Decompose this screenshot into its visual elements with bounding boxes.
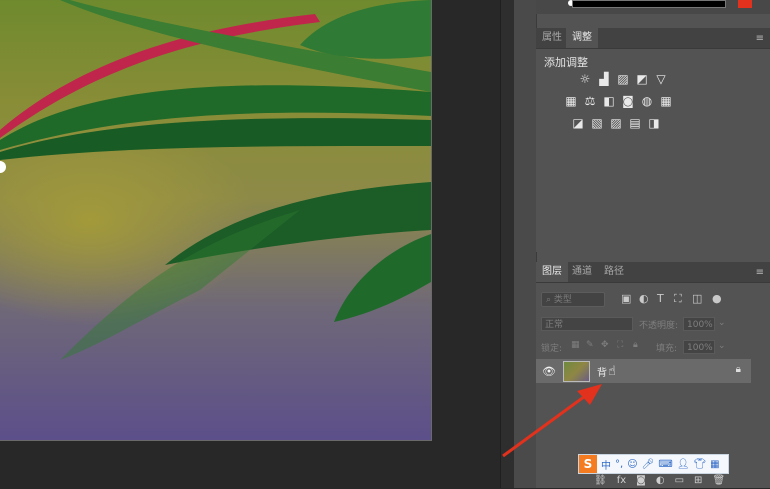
ime-toolbar[interactable]: S 中 °, ☺ 🎤︎ ⌨ 👤︎ 👕︎ ▦ — [578, 454, 729, 474]
add-mask-icon[interactable]: ◙ — [636, 475, 646, 489]
fill-value: 100% — [687, 343, 713, 353]
color-lookup-icon[interactable]: ▦ — [659, 95, 673, 108]
invert-icon[interactable]: ◪ — [571, 117, 585, 130]
new-layer-icon[interactable]: ⊞ — [694, 475, 702, 489]
selective-color-icon[interactable]: ◨ — [647, 117, 661, 130]
new-adjustment-layer-icon[interactable]: ◐ — [656, 475, 665, 489]
keyboard-icon[interactable]: ⌨ — [658, 459, 672, 470]
posterize-icon[interactable]: ▧ — [590, 117, 604, 130]
user-icon[interactable]: 👤︎ — [677, 459, 690, 470]
skin-icon[interactable]: 👕︎ — [693, 459, 706, 470]
color-swatch[interactable] — [738, 0, 752, 8]
adjustments-tabs: 属性 调整 ≡ — [536, 28, 770, 49]
brightness-contrast-icon[interactable]: ☼ — [578, 73, 592, 86]
layers-panel-menu-icon[interactable]: ≡ — [756, 267, 764, 278]
add-adjustment-title: 添加调整 — [544, 56, 588, 69]
lock-artboard-icon[interactable]: ⛶ — [617, 340, 623, 350]
tab-layers[interactable]: 图层 — [536, 262, 568, 282]
fill-input[interactable]: 100% — [683, 340, 715, 354]
adjustments-panel: 属性 调整 ≡ 添加调整 ☼ ▟ ▨ ◩ ▽ ▦ ⚖ ◧ ◙ ◍ ▦ ◪ ▧ ▨… — [536, 28, 770, 252]
gradient-bar[interactable] — [572, 0, 726, 8]
fill-label: 填充: — [656, 344, 678, 354]
layer-name[interactable]: 背 — [597, 364, 607, 379]
gradient-panel — [536, 0, 770, 14]
lock-position-icon[interactable]: ✥ — [601, 340, 609, 350]
blend-opacity-row: 正常 不透明度: 100% ⌄ — [541, 317, 765, 332]
type-filter-icon[interactable]: T — [657, 292, 664, 305]
layers-tabs: 图层 通道 路径 ≡ — [536, 262, 770, 283]
pixel-filter-icon[interactable]: ▣ — [621, 292, 631, 305]
smart-object-filter-icon[interactable]: ◫ — [692, 292, 702, 305]
sogou-logo-icon: S — [579, 455, 597, 473]
toolbox-icon[interactable]: ▦ — [710, 459, 719, 470]
blend-mode-select[interactable]: 正常 — [541, 317, 633, 331]
layers-bottom-toolbar: ⛓ fx ◙ ◐ ▭ ⊞ 🗑︎ — [594, 475, 770, 489]
lock-image-icon[interactable]: ✎ — [586, 340, 594, 350]
lock-fill-row: 锁定: ▦ ✎ ✥ ⛶ 🔒︎ 填充: 100% ⌄ — [541, 340, 765, 355]
color-balance-icon[interactable]: ⚖ — [583, 95, 597, 108]
opacity-input[interactable]: 100% — [683, 317, 715, 331]
photo-filter-icon[interactable]: ◙ — [621, 95, 635, 108]
punctuation-icon[interactable]: °, — [615, 459, 623, 470]
exposure-icon[interactable]: ◩ — [635, 73, 649, 86]
voice-icon[interactable]: 🎤︎ — [642, 459, 655, 470]
gradient-map-icon[interactable]: ▤ — [628, 117, 642, 130]
panel-menu-icon[interactable]: ≡ — [756, 33, 764, 44]
lock-all-icon[interactable]: 🔒︎ — [633, 340, 638, 350]
vibrance-icon[interactable]: ▽ — [654, 73, 668, 86]
adjustment-icons-row-1: ☼ ▟ ▨ ◩ ▽ — [578, 73, 668, 86]
filter-toggle-icon[interactable]: ● — [712, 292, 722, 305]
layer-thumbnail[interactable] — [563, 361, 590, 382]
tab-adjustments[interactable]: 调整 — [566, 28, 598, 48]
ime-language[interactable]: 中 — [601, 457, 611, 472]
fill-dropdown-icon[interactable]: ⌄ — [718, 341, 726, 351]
layer-lock-icon[interactable]: 🔒︎ — [736, 364, 741, 375]
red-annotation-arrow — [502, 384, 602, 458]
opacity-value: 100% — [687, 320, 713, 330]
layer-filter-row: ⌕ 类型 ▣ ◐ T ⛶ ◫ ● — [541, 292, 765, 308]
adjustment-icons-row-2: ▦ ⚖ ◧ ◙ ◍ ▦ — [564, 95, 673, 108]
layer-style-icon[interactable]: fx — [617, 475, 626, 489]
link-layers-icon[interactable]: ⛓ — [594, 475, 607, 489]
curves-icon[interactable]: ▨ — [616, 73, 630, 86]
levels-icon[interactable]: ▟ — [597, 73, 611, 86]
black-white-icon[interactable]: ◧ — [602, 95, 616, 108]
layer-search-placeholder: 类型 — [553, 295, 572, 305]
hand-cursor-icon: ☝ — [608, 364, 616, 379]
opacity-label: 不透明度: — [639, 321, 679, 331]
lock-transparent-icon[interactable]: ▦ — [571, 340, 580, 350]
canvas-photo[interactable] — [0, 0, 432, 441]
adjustment-icons-row-3: ◪ ▧ ▨ ▤ ◨ — [571, 117, 661, 130]
adjustment-filter-icon[interactable]: ◐ — [639, 292, 649, 305]
emoji-icon[interactable]: ☺ — [627, 459, 637, 470]
tab-properties[interactable]: 属性 — [536, 28, 568, 48]
visibility-eye-icon[interactable]: 👁︎ — [542, 365, 556, 378]
tab-paths[interactable]: 路径 — [598, 262, 630, 282]
opacity-dropdown-icon[interactable]: ⌄ — [718, 318, 726, 328]
delete-layer-icon[interactable]: 🗑︎ — [712, 475, 725, 489]
channel-mixer-icon[interactable]: ◍ — [640, 95, 654, 108]
lock-label: 锁定: — [541, 344, 563, 354]
blend-mode-value: 正常 — [545, 320, 564, 330]
threshold-icon[interactable]: ▨ — [609, 117, 623, 130]
shape-filter-icon[interactable]: ⛶ — [674, 292, 682, 306]
hue-saturation-icon[interactable]: ▦ — [564, 95, 578, 108]
layer-search-input[interactable]: ⌕ 类型 — [541, 292, 605, 307]
document-canvas-area[interactable] — [0, 0, 500, 488]
new-group-icon[interactable]: ▭ — [675, 475, 684, 489]
tab-channels[interactable]: 通道 — [566, 262, 598, 282]
leaf-illustration — [0, 0, 431, 360]
